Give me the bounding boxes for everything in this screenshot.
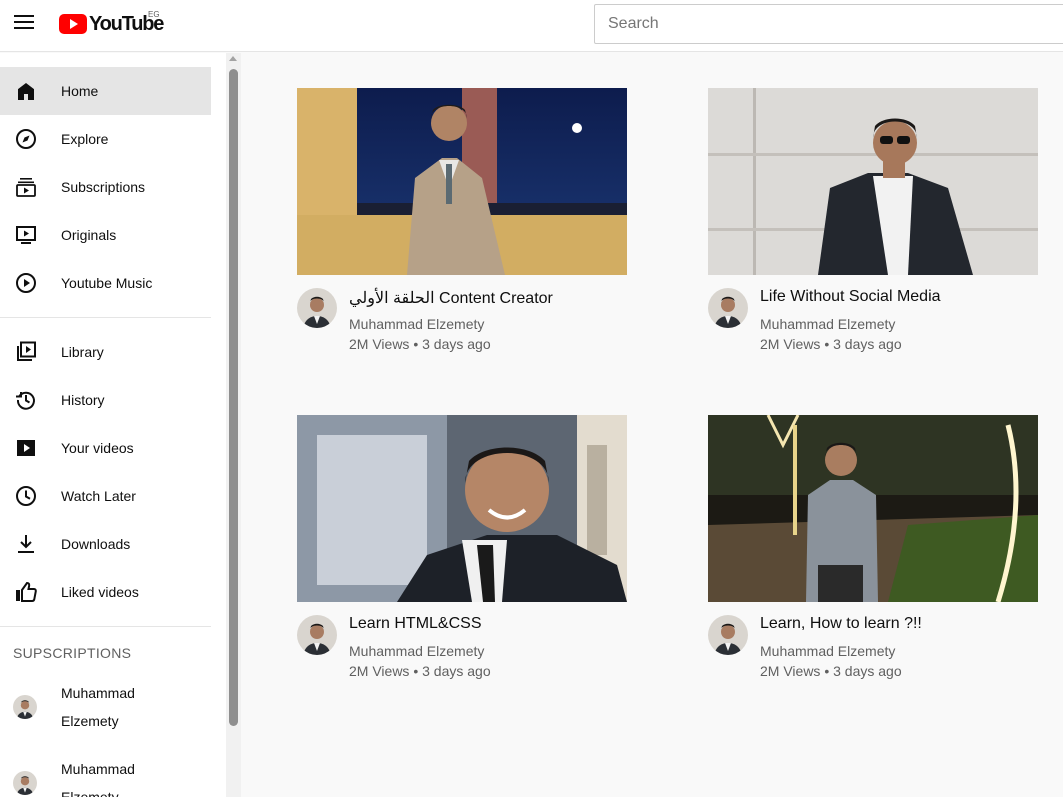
youtube-logo[interactable]: YouTube EG xyxy=(59,10,164,36)
sidebar-scrollbar-thumb[interactable] xyxy=(229,69,238,726)
video-meta: 2M Views • 3 days ago xyxy=(760,663,902,679)
subscriptions-icon xyxy=(16,178,36,197)
scroll-up-arrow-icon[interactable] xyxy=(229,56,237,61)
sidebar-item-watch-later[interactable]: Watch Later xyxy=(0,472,211,520)
sidebar-item-subscriptions[interactable]: Subscriptions xyxy=(0,163,211,211)
library-icon xyxy=(17,341,36,361)
sidebar-item-your-videos[interactable]: Your videos xyxy=(0,424,211,472)
sidebar-item-label: History xyxy=(61,392,105,408)
search-input[interactable] xyxy=(594,4,1063,44)
video-title[interactable]: Life Without Social Media xyxy=(760,288,941,306)
video-thumbnail[interactable] xyxy=(297,88,627,275)
video-meta: 2M Views • 3 days ago xyxy=(349,663,491,679)
top-bar: YouTube EG xyxy=(0,0,1063,52)
video-thumbnail[interactable] xyxy=(297,415,627,602)
avatar xyxy=(13,695,37,719)
video-card[interactable]: الحلقة الأولي Content Creator Muhammad E… xyxy=(297,88,627,368)
channel-name[interactable]: Muhammad Elzemety xyxy=(349,316,484,332)
sidebar-item-downloads[interactable]: Downloads xyxy=(0,520,211,568)
compass-icon xyxy=(16,129,36,149)
history-icon xyxy=(16,391,35,410)
subscription-name: Muhammad Elzemety xyxy=(61,761,135,797)
home-icon xyxy=(18,83,34,100)
video-thumbnail[interactable] xyxy=(708,88,1038,275)
video-thumbnail[interactable] xyxy=(708,415,1038,602)
sidebar-item-home[interactable]: Home xyxy=(0,67,211,115)
subscription-item[interactable]: Muhammad Elzemety xyxy=(0,755,211,797)
video-title[interactable]: الحلقة الأولي Content Creator xyxy=(349,288,553,308)
video-card[interactable]: Learn HTML&CSS Muhammad Elzemety 2M View… xyxy=(297,415,627,695)
channel-name[interactable]: Muhammad Elzemety xyxy=(349,643,484,659)
sidebar-item-liked-videos[interactable]: Liked videos xyxy=(0,568,211,616)
sidebar-item-youtube-music[interactable]: Youtube Music xyxy=(0,259,211,307)
sidebar-divider xyxy=(0,626,211,627)
sidebar-divider xyxy=(0,317,211,318)
channel-avatar[interactable] xyxy=(297,615,337,655)
sidebar: Home Explore Subscriptions Originals You… xyxy=(0,53,226,797)
sidebar-item-library[interactable]: Library xyxy=(0,328,211,376)
youtube-play-icon xyxy=(59,14,87,34)
video-card[interactable]: Life Without Social Media Muhammad Elzem… xyxy=(708,88,1038,368)
sidebar-item-label: Originals xyxy=(61,227,117,243)
download-icon xyxy=(18,535,34,553)
sidebar-item-label: Subscriptions xyxy=(61,179,146,195)
sidebar-item-label: Your videos xyxy=(61,440,134,456)
originals-icon xyxy=(16,226,36,244)
country-code: EG xyxy=(148,10,160,19)
clock-icon xyxy=(16,486,36,506)
video-card[interactable]: Learn, How to learn ?!! Muhammad Elzemet… xyxy=(708,415,1038,695)
sidebar-item-label: Liked videos xyxy=(61,584,139,600)
your-videos-icon xyxy=(17,440,35,456)
sidebar-item-history[interactable]: History xyxy=(0,376,211,424)
video-title[interactable]: Learn HTML&CSS xyxy=(349,615,482,633)
channel-avatar[interactable] xyxy=(297,288,337,328)
sidebar-item-label: Downloads xyxy=(61,536,131,552)
video-meta: 2M Views • 3 days ago xyxy=(349,336,491,352)
subscription-name: Muhammad Elzemety xyxy=(61,685,135,729)
channel-avatar[interactable] xyxy=(708,615,748,655)
sidebar-item-label: Watch Later xyxy=(61,488,136,504)
sidebar-item-label: Library xyxy=(61,344,104,360)
sidebar-item-explore[interactable]: Explore xyxy=(0,115,211,163)
music-icon xyxy=(16,273,36,293)
thumbs-up-icon xyxy=(16,581,37,602)
channel-name[interactable]: Muhammad Elzemety xyxy=(760,643,895,659)
hamburger-menu-icon[interactable] xyxy=(14,15,36,33)
sidebar-item-label: Youtube Music xyxy=(61,275,153,291)
video-meta: 2M Views • 3 days ago xyxy=(760,336,902,352)
sidebar-item-label: Home xyxy=(61,83,99,99)
video-title[interactable]: Learn, How to learn ?!! xyxy=(760,615,922,633)
subscription-item[interactable]: Muhammad Elzemety xyxy=(0,679,211,751)
avatar xyxy=(13,771,37,795)
subscriptions-heading: SUPSCRIPTIONS xyxy=(13,645,132,661)
channel-avatar[interactable] xyxy=(708,288,748,328)
sidebar-item-originals[interactable]: Originals xyxy=(0,211,211,259)
sidebar-item-label: Explore xyxy=(61,131,109,147)
channel-name[interactable]: Muhammad Elzemety xyxy=(760,316,895,332)
